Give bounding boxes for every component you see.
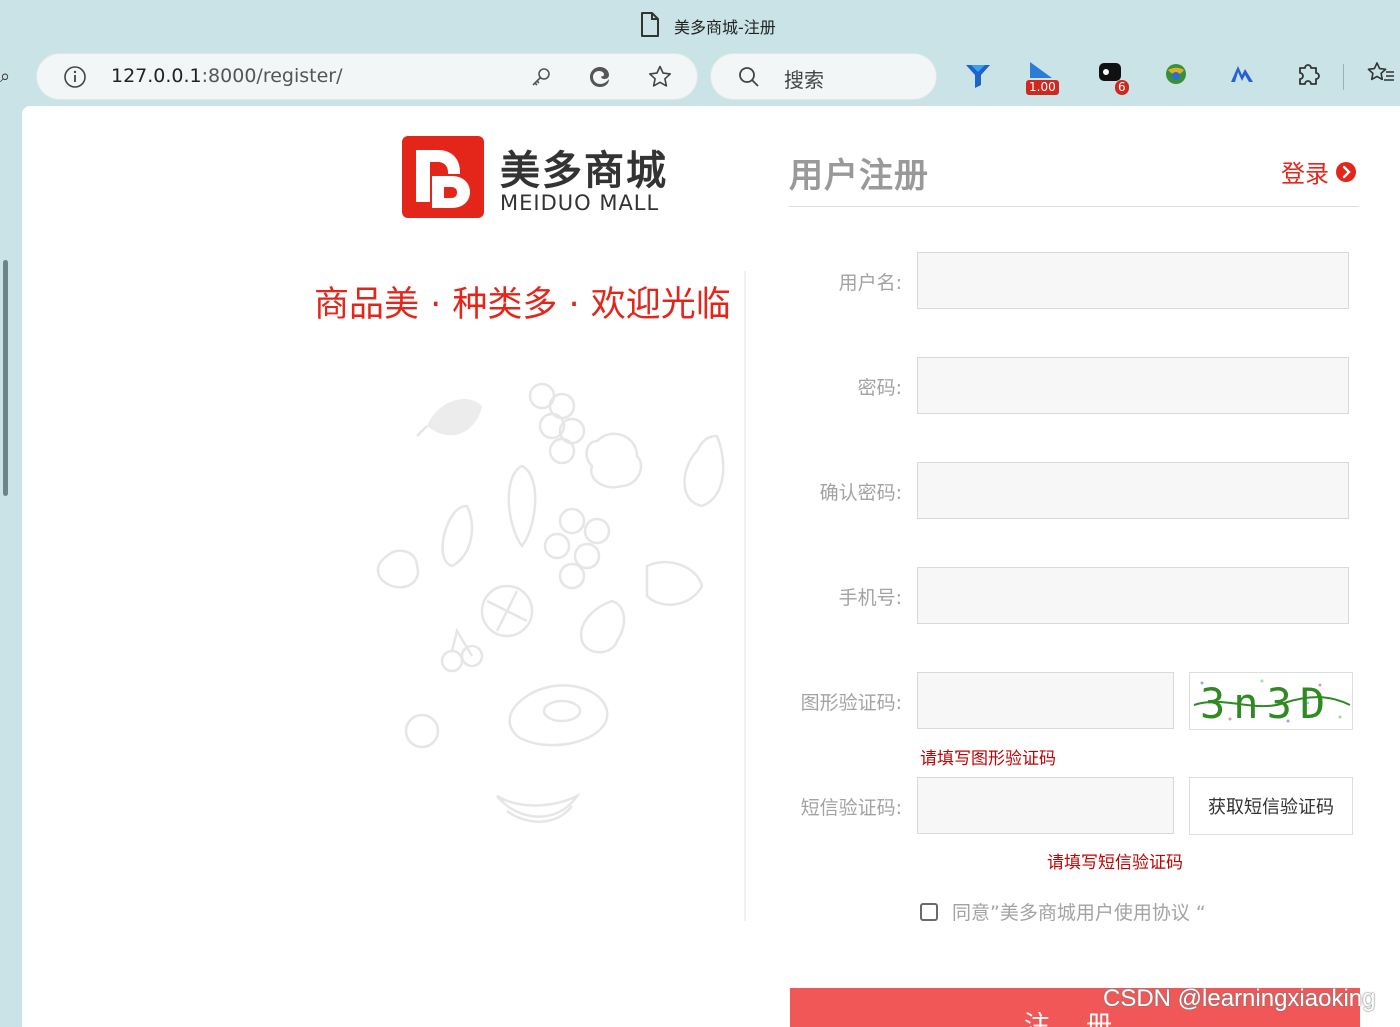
agreement-checkbox[interactable] (920, 902, 938, 921)
logo-chinese-text: 美多商城 (500, 148, 668, 194)
globe-extension-icon[interactable] (1162, 60, 1194, 94)
username-label: 用户名: (838, 272, 902, 294)
right-arrow-circle-icon (1336, 161, 1356, 182)
csdn-watermark: CSDN @learningxiaoking (1103, 985, 1376, 1012)
mobile-input[interactable] (917, 567, 1349, 624)
confirm-password-input[interactable] (917, 462, 1349, 519)
slogan: 商品美 · 种类多 · 欢迎光临 (314, 285, 731, 325)
password-input[interactable] (917, 357, 1349, 414)
sms-code-label: 短信验证码: (800, 797, 902, 819)
search-bar[interactable]: 搜索 (711, 54, 936, 99)
toolbar-divider (1343, 64, 1344, 90)
captcha-text: 3n3D (1200, 679, 1333, 728)
password-row: 密码: (789, 357, 1359, 417)
image-code-label: 图形验证码: (800, 692, 902, 714)
login-link-label: 登录 (1281, 160, 1329, 188)
favorites-icon[interactable] (1366, 60, 1398, 94)
address-bar[interactable]: 127.0.0.1:8000/register/ (37, 54, 697, 99)
register-header: 用户注册 登录 (789, 144, 1359, 207)
food-doodle-background-illustration (376, 382, 725, 823)
register-title: 用户注册 (789, 156, 929, 196)
add-favorite-star-icon[interactable] (647, 64, 673, 90)
sms-code-input[interactable] (917, 777, 1174, 834)
mobile-row: 手机号: (789, 567, 1359, 627)
sms-code-error: 请填写短信验证码 (1047, 853, 1183, 873)
notification-badge: 6 (1115, 80, 1129, 95)
login-link[interactable]: 登录 (1281, 154, 1357, 189)
speed-badge: 1.00 (1026, 80, 1059, 95)
confirm-password-label: 确认密码: (819, 482, 902, 504)
confirm-password-row: 确认密码: (789, 462, 1359, 522)
url-host: 127.0.0.1 (111, 65, 202, 87)
url-text[interactable]: 127.0.0.1:8000/register/ (111, 65, 343, 87)
image-code-row: 图形验证码: 3n3D (789, 672, 1359, 732)
search-placeholder: 搜索 (784, 68, 824, 92)
site-info-icon[interactable] (63, 65, 87, 89)
edge-browser-icon[interactable] (587, 64, 613, 90)
collapsed-sidebar-search-icon[interactable]: ⌕ (0, 66, 10, 87)
translate-extension-icon[interactable] (1228, 60, 1260, 94)
captcha-graphic: 3n3D (1193, 679, 1351, 728)
page-content: 美多商城 MEIDUO MALL 商品美 · 种类多 · 欢迎光临 用户注册 登… (22, 106, 1400, 1027)
agreement-text[interactable]: 同意”美多商城用户使用协议 “ (952, 898, 1206, 925)
search-icon (739, 67, 759, 87)
tab-title: 美多商城-注册 (674, 18, 776, 37)
browser-titlebar: 美多商城-注册 (0, 0, 1400, 50)
vertical-divider (744, 271, 746, 921)
captcha-image[interactable]: 3n3D (1189, 672, 1353, 730)
speed-extension-icon[interactable]: 1.00 (1026, 60, 1059, 95)
mobile-label: 手机号: (838, 587, 902, 609)
sms-code-row: 短信验证码: 获取短信验证码 (789, 777, 1359, 837)
agreement-row: 同意”美多商城用户使用协议 “ (920, 898, 1206, 925)
password-label: 密码: (857, 377, 902, 399)
password-key-icon[interactable] (529, 65, 553, 89)
funnel-extension-icon[interactable] (963, 60, 995, 94)
document-icon (641, 12, 659, 37)
logo-english-text: MEIDUO MALL (500, 191, 660, 215)
image-code-input[interactable] (917, 672, 1174, 729)
puzzle-extensions-icon[interactable] (1294, 60, 1326, 94)
brand-logo[interactable]: 美多商城 MEIDUO MALL (402, 136, 702, 220)
notification-extension-icon[interactable]: 6 (1096, 60, 1129, 95)
image-code-error: 请填写图形验证码 (920, 749, 1056, 769)
logo-mark-icon (402, 136, 484, 218)
username-input[interactable] (917, 252, 1349, 309)
get-sms-code-button[interactable]: 获取短信验证码 (1189, 777, 1353, 835)
username-row: 用户名: (789, 252, 1359, 312)
left-panel-scrollbar[interactable] (3, 260, 8, 496)
url-path: :8000/register/ (201, 65, 343, 87)
